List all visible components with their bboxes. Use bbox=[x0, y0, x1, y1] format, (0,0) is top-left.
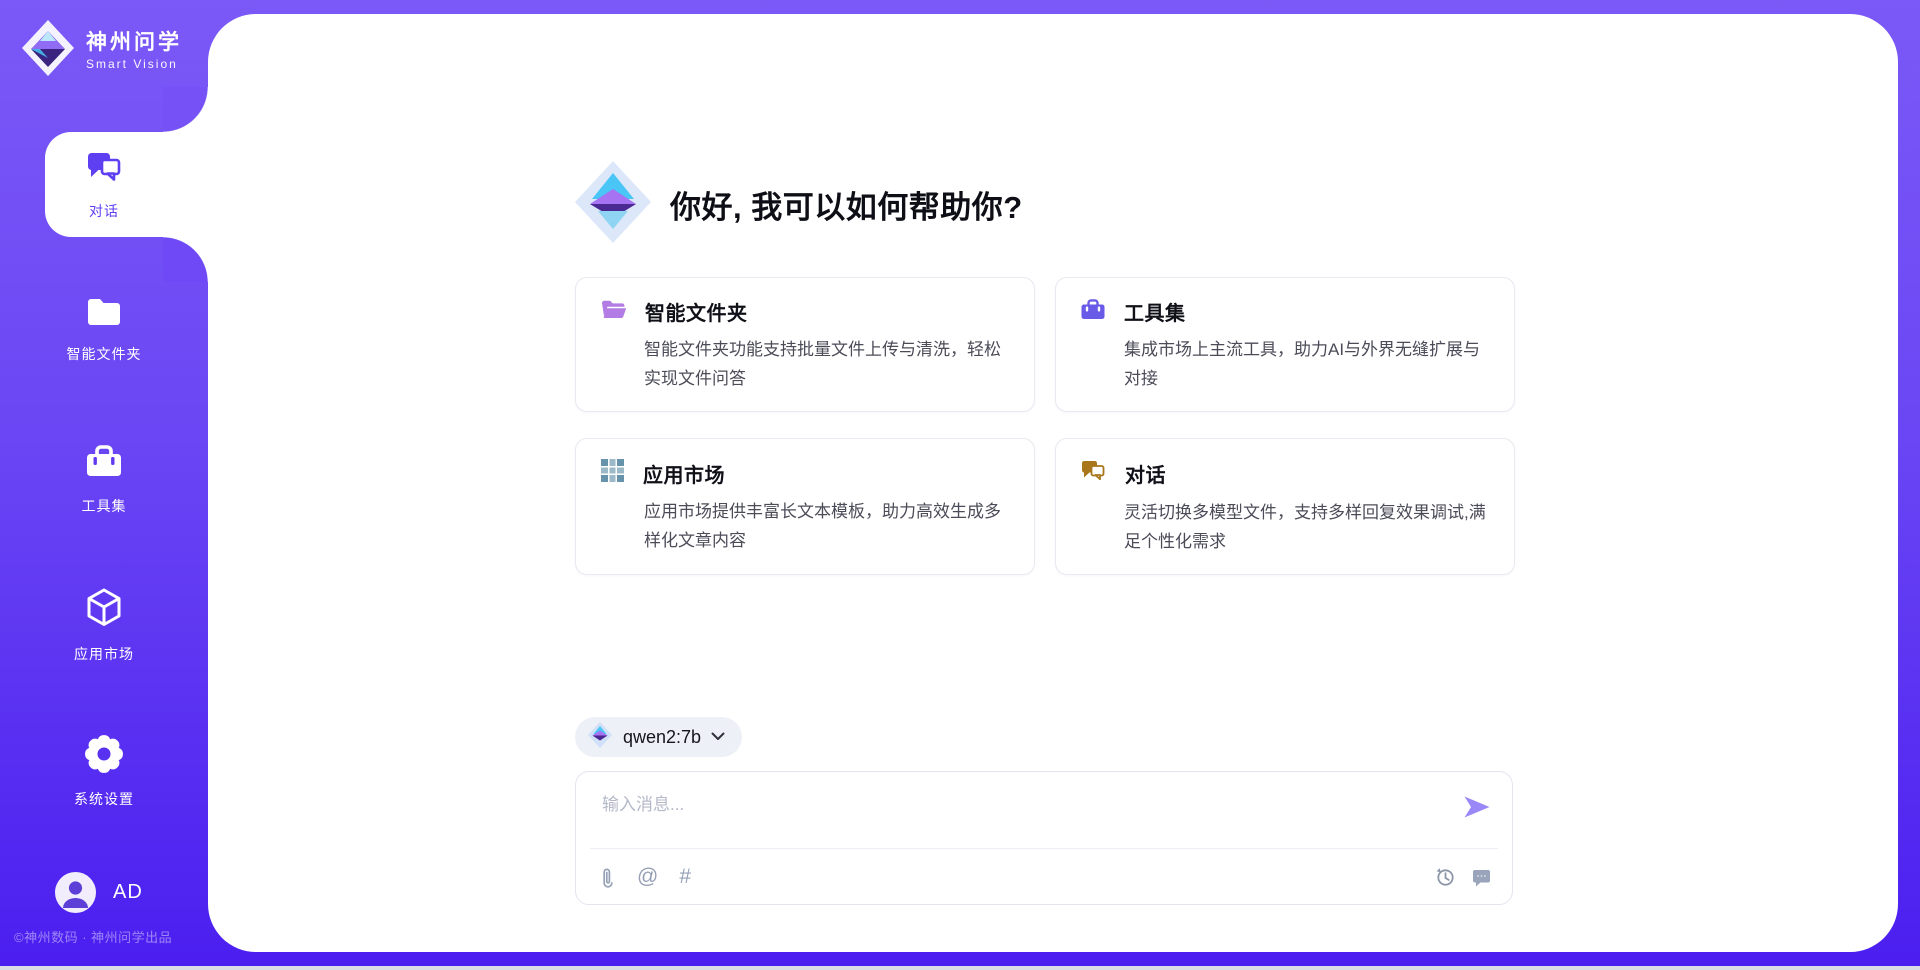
hash-icon[interactable]: # bbox=[679, 867, 691, 887]
sidebar-item-label: 对话 bbox=[89, 201, 119, 221]
sidebar-item-label: 工具集 bbox=[82, 496, 127, 516]
sidebar-item-settings[interactable]: 系统设置 bbox=[0, 733, 208, 809]
app-window: 神州问学 Smart Vision 对话 智能文件夹 bbox=[0, 0, 1920, 970]
brand-subtitle: Smart Vision bbox=[86, 57, 182, 71]
chat-icon bbox=[83, 147, 125, 192]
model-name: qwen2:7b bbox=[623, 727, 701, 748]
model-selector[interactable]: qwen2:7b bbox=[575, 717, 742, 757]
sidebar-item-label: 系统设置 bbox=[74, 789, 134, 809]
brand-logo: 神州问学 Smart Vision bbox=[20, 18, 182, 83]
diamond-logo-icon bbox=[587, 721, 613, 754]
tab-notch-bottom bbox=[163, 237, 208, 282]
greeting-header: 你好, 我可以如何帮助你? bbox=[572, 160, 1023, 248]
sidebar-item-tools[interactable]: 工具集 bbox=[0, 442, 208, 516]
brand-title: 神州问学 bbox=[86, 31, 182, 55]
history-tools bbox=[1434, 866, 1492, 888]
composer-divider bbox=[590, 848, 1498, 849]
grid-icon bbox=[600, 458, 625, 488]
folder-open-icon bbox=[600, 297, 627, 326]
toolbox-icon bbox=[83, 442, 125, 487]
card-smart-folders[interactable]: 智能文件夹 智能文件夹功能支持批量文件上传与清洗，轻松实现文件问答 bbox=[575, 277, 1035, 412]
card-chat[interactable]: 对话 灵活切换多模型文件，支持多样回复效果调试,满足个性化需求 bbox=[1055, 438, 1515, 575]
user-account[interactable]: AD bbox=[55, 872, 143, 913]
gear-icon bbox=[83, 733, 125, 780]
folder-icon bbox=[84, 294, 124, 335]
user-initials: AD bbox=[113, 881, 143, 904]
card-title: 对话 bbox=[1125, 459, 1166, 488]
message-composer: @ # bbox=[575, 771, 1513, 905]
card-description: 集成市场上主流工具，助力AI与外界无缝扩展与对接 bbox=[1124, 335, 1490, 393]
composer-toolbar: @ # bbox=[600, 860, 1492, 894]
cube-icon bbox=[83, 586, 125, 635]
sidebar-item-folders[interactable]: 智能文件夹 bbox=[0, 294, 208, 364]
avatar bbox=[55, 872, 96, 913]
chevron-down-icon bbox=[711, 728, 725, 746]
send-icon[interactable] bbox=[1462, 793, 1492, 821]
feature-cards: 智能文件夹 智能文件夹功能支持批量文件上传与清洗，轻松实现文件问答 工具集 集成… bbox=[575, 277, 1515, 575]
window-bottom-edge bbox=[0, 966, 1920, 970]
card-description: 应用市场提供丰富长文本模板，助力高效生成多样化文章内容 bbox=[644, 497, 1010, 555]
sidebar-item-label: 应用市场 bbox=[74, 644, 134, 664]
sidebar-item-label: 智能文件夹 bbox=[67, 344, 142, 364]
card-app-market[interactable]: 应用市场 应用市场提供丰富长文本模板，助力高效生成多样化文章内容 bbox=[575, 438, 1035, 575]
tab-notch-top bbox=[163, 87, 208, 132]
sidebar-item-chat[interactable]: 对话 bbox=[0, 147, 208, 221]
chat-square-icon[interactable] bbox=[1471, 867, 1492, 888]
assistant-diamond-icon bbox=[572, 159, 654, 250]
brand-diamond-icon bbox=[20, 18, 76, 83]
toolbox-icon bbox=[1080, 297, 1106, 326]
card-title: 智能文件夹 bbox=[645, 297, 748, 326]
paperclip-icon[interactable] bbox=[600, 864, 616, 890]
copyright-footer: ©神州数码 · 神州问学出品 bbox=[14, 927, 172, 946]
at-icon[interactable]: @ bbox=[637, 867, 658, 887]
message-input[interactable] bbox=[600, 787, 1454, 823]
card-description: 灵活切换多模型文件，支持多样回复效果调试,满足个性化需求 bbox=[1124, 498, 1490, 556]
card-title: 工具集 bbox=[1124, 297, 1186, 326]
attach-tools: @ # bbox=[600, 864, 691, 890]
card-description: 智能文件夹功能支持批量文件上传与清洗，轻松实现文件问答 bbox=[644, 335, 1010, 393]
greeting-text: 你好, 我可以如何帮助你? bbox=[670, 182, 1023, 227]
card-toolset[interactable]: 工具集 集成市场上主流工具，助力AI与外界无缝扩展与对接 bbox=[1055, 277, 1515, 412]
history-icon[interactable] bbox=[1434, 866, 1456, 888]
sidebar-item-market[interactable]: 应用市场 bbox=[0, 586, 208, 664]
chat-icon bbox=[1080, 458, 1107, 489]
card-title: 应用市场 bbox=[643, 459, 725, 488]
